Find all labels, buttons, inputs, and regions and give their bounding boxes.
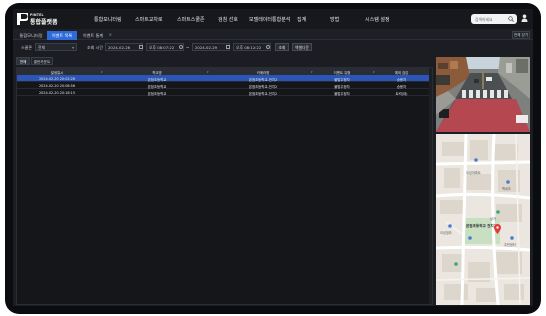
excel-download-button[interactable]: 엑셀다운 <box>292 43 312 51</box>
range-separator: ~ <box>186 45 190 50</box>
tab-bar: 통합모니터링 이벤트 목록 이벤트 통계 × 전체 닫기 <box>13 29 533 40</box>
column-header-school[interactable]: 학교명 <box>107 70 207 75</box>
map-tiles <box>436 134 530 305</box>
calendar-icon[interactable] <box>226 45 230 49</box>
search-box[interactable]: 검색하세요 <box>471 14 517 24</box>
logo-icon <box>17 13 28 25</box>
tab-label: 이벤트 목록 <box>51 33 73 38</box>
nav-item-monitoring[interactable]: 통합모니터링 <box>94 16 122 23</box>
schoolzone-value: 전체 <box>38 45 45 50</box>
clock-icon[interactable] <box>179 45 183 49</box>
nav-item-analysis[interactable]: 모델레이터통합분석 <box>249 16 290 23</box>
app-screen: PINTEL 통합플랫폼 통합모니터링 스마트교차로 스마트스쿨존 검침 선호 … <box>13 9 533 306</box>
nav-item-reading[interactable]: 검침 선호 <box>218 16 238 23</box>
cell-event-type: 불법주정차 <box>334 91 350 96</box>
location-pin-icon[interactable] <box>494 224 501 234</box>
cell-datetime: 2024-02-20 20:08:56 <box>38 83 75 88</box>
table-header: 발생일시 ▾ 학교명 ▾ 카메라명 ▾ 이벤트 유형 ▾ 예외 검감 <box>17 68 432 75</box>
map-poi-label: 주민센터 <box>504 243 516 247</box>
schoolzone-label: 스쿨존 <box>21 45 33 50</box>
start-date-value: 2024-02-26 <box>108 45 131 50</box>
sort-icon[interactable]: ▾ <box>101 70 103 74</box>
logo-title: 통합플랫폼 <box>30 19 58 26</box>
map-poi-label: 백세초 <box>502 187 511 191</box>
column-header-datetime[interactable]: 발생일시 <box>27 70 87 75</box>
end-date-field[interactable]: 2024-02-29 <box>192 43 230 51</box>
nav-item-method[interactable]: 방법 <box>330 16 339 23</box>
tab-event-list[interactable]: 이벤트 목록 <box>47 31 77 40</box>
nav-item-settings[interactable]: 시스템 설정 <box>365 16 390 23</box>
column-header-exception[interactable]: 예외 검감 <box>379 70 424 75</box>
cell-school: 본점초등학교 <box>147 77 167 82</box>
nav-item-smart-intersection[interactable]: 스마트교차로 <box>135 16 163 23</box>
subtab-count[interactable]: 쿨런카운트 <box>31 57 53 65</box>
table-row[interactable]: 2024-02-20 20:02:26 본점초등학교 본점초등학교-전치2 불법… <box>17 75 432 82</box>
schoolzone-select[interactable]: 전체 ▾ <box>35 43 77 51</box>
map-poi-label: 상가 <box>490 217 496 221</box>
cell-camera: 본점초등학교-전치2 <box>248 91 278 96</box>
tab-label: 통합모니터링 <box>19 33 43 38</box>
user-icon[interactable] <box>521 14 528 22</box>
clock-icon[interactable] <box>266 45 270 49</box>
app-logo[interactable]: PINTEL 통합플랫폼 <box>17 12 61 26</box>
map-poi-label: 오성빌라 <box>440 231 452 235</box>
tab-monitoring[interactable]: 통합모니터링 <box>16 31 46 40</box>
cell-exception: 승용차 <box>396 84 407 89</box>
filter-bar: 스쿨존 전체 ▾ 조회 시간 2024-02-26 오후 08:07:22 ~ … <box>13 41 533 53</box>
sort-icon[interactable]: ▾ <box>311 70 313 74</box>
street-camera-image <box>436 57 530 132</box>
search-input[interactable]: 검색하세요 <box>475 17 492 23</box>
column-header-camera[interactable]: 카메라명 <box>213 70 313 75</box>
nav-item-stats[interactable]: 집계 <box>297 16 306 23</box>
cell-exception: 승용차 <box>396 77 407 82</box>
calendar-icon[interactable] <box>139 45 143 49</box>
nav-item-smart-schoolzone[interactable]: 스마트스쿨존 <box>177 16 205 23</box>
sort-icon[interactable]: ▾ <box>373 70 375 74</box>
cell-exception: 트럭(대) <box>395 91 408 96</box>
end-time-value: 오후 08:12:22 <box>236 45 262 50</box>
map-school-label: 본점초등학교 전치2 <box>466 224 497 228</box>
close-all-button[interactable]: 전체 닫기 <box>512 31 530 39</box>
period-label: 조회 시간 <box>87 45 103 50</box>
tab-event-stats[interactable]: 이벤트 통계 × <box>78 31 113 40</box>
cell-camera: 본점초등학교-전치2 <box>248 77 278 82</box>
device-frame: PINTEL 통합플랫폼 통합모니터링 스마트교차로 스마트스쿨존 검침 선호 … <box>5 3 541 314</box>
cell-datetime: 2024-02-20 20:02:26 <box>38 76 75 81</box>
end-date-value: 2024-02-29 <box>195 45 218 50</box>
start-date-field[interactable]: 2024-02-26 <box>105 43 143 51</box>
table-row[interactable]: 2024-02-20 20:08:56 본점초등학교 본점초등학교-전치2 불법… <box>17 82 432 89</box>
map-poi-label: 오성아파트 <box>466 171 481 175</box>
event-table: 발생일시 ▾ 학교명 ▾ 카메라명 ▾ 이벤트 유형 ▾ 예외 검감 2024-… <box>16 67 433 305</box>
top-navigation: PINTEL 통합플랫폼 통합모니터링 스마트교차로 스마트스쿨존 검침 선호 … <box>13 9 533 29</box>
map-view[interactable]: 오성아파트 백세초 오성빌라 상가 주민센터 본점초등학교 전치2 <box>436 134 530 305</box>
cell-school: 본점초등학교 <box>147 91 167 96</box>
cell-event-type: 불법주정차 <box>334 77 350 82</box>
table-row[interactable]: 2024-02-20 20:18:15 본점초등학교 본점초등학교-전치2 불법… <box>17 89 432 96</box>
subtab-all[interactable]: 전체 <box>16 57 30 65</box>
cell-event-type: 불법주정차 <box>334 84 350 89</box>
chevron-down-icon: ▾ <box>72 45 74 50</box>
column-header-event-type[interactable]: 이벤트 유형 <box>317 70 367 75</box>
search-icon[interactable] <box>508 16 514 22</box>
cell-datetime: 2024-02-20 20:18:15 <box>38 90 75 95</box>
close-icon[interactable]: × <box>109 32 112 37</box>
cctv-video-view[interactable] <box>436 57 530 132</box>
cell-school: 본점초등학교 <box>147 84 167 89</box>
table-scrollbar[interactable] <box>429 68 432 304</box>
search-button[interactable]: 조회 <box>275 43 289 51</box>
cell-camera: 본점초등학교-전치2 <box>248 84 278 89</box>
sort-icon[interactable]: ▾ <box>207 70 209 74</box>
tab-label: 이벤트 통계 <box>82 33 104 38</box>
start-time-value: 오후 08:07:22 <box>149 45 175 50</box>
